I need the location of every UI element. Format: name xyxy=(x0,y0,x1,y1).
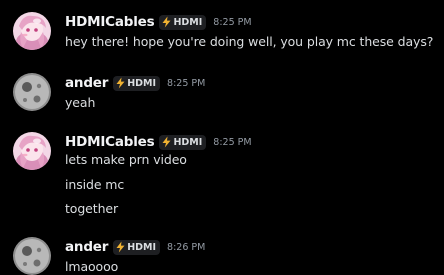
moon-avatar-image xyxy=(13,237,51,275)
message-timestamp: 8:25 PM xyxy=(213,16,252,28)
message-header: ander HDMI 8:26 PM xyxy=(65,237,205,257)
avatar-hdmicables[interactable] xyxy=(13,132,51,170)
lightning-bolt-icon xyxy=(161,136,172,148)
avatar-hdmicables[interactable] xyxy=(13,12,51,50)
username[interactable]: HDMICables xyxy=(65,134,155,150)
message-header: HDMICables HDMI 8:25 PM xyxy=(65,132,252,152)
anime-avatar-image xyxy=(13,12,51,50)
message-text: inside mc xyxy=(65,177,125,192)
lightning-bolt-icon xyxy=(115,77,126,89)
moon-avatar-image xyxy=(13,73,51,111)
anime-avatar-image xyxy=(13,132,51,170)
server-tag-badge[interactable]: HDMI xyxy=(113,75,161,91)
server-tag-label: HDMI xyxy=(173,136,203,148)
message-text: lmaoooo xyxy=(65,259,119,274)
message-text: yeah xyxy=(65,95,96,110)
server-tag-label: HDMI xyxy=(127,241,157,253)
message-text: together xyxy=(65,201,119,216)
message-text: lets make prn video xyxy=(65,152,187,167)
username[interactable]: ander xyxy=(65,75,108,91)
username[interactable]: HDMICables xyxy=(65,14,155,30)
server-tag-label: HDMI xyxy=(127,77,157,89)
message-timestamp: 8:26 PM xyxy=(167,241,206,253)
message-text: hey there! hope you're doing well, you p… xyxy=(65,34,434,49)
message-header: ander HDMI 8:25 PM xyxy=(65,73,205,93)
lightning-bolt-icon xyxy=(161,16,172,28)
message-timestamp: 8:25 PM xyxy=(167,77,206,89)
server-tag-label: HDMI xyxy=(173,16,203,28)
chat-message-list: HDMICables HDMI 8:25 PM hey there! hope … xyxy=(0,0,444,275)
message-header: HDMICables HDMI 8:25 PM xyxy=(65,12,252,32)
avatar-ander[interactable] xyxy=(13,237,51,275)
message-timestamp: 8:25 PM xyxy=(213,136,252,148)
lightning-bolt-icon xyxy=(115,241,126,253)
server-tag-badge[interactable]: HDMI xyxy=(113,239,161,255)
username[interactable]: ander xyxy=(65,239,108,255)
server-tag-badge[interactable]: HDMI xyxy=(159,134,207,150)
server-tag-badge[interactable]: HDMI xyxy=(159,14,207,30)
avatar-ander[interactable] xyxy=(13,73,51,111)
